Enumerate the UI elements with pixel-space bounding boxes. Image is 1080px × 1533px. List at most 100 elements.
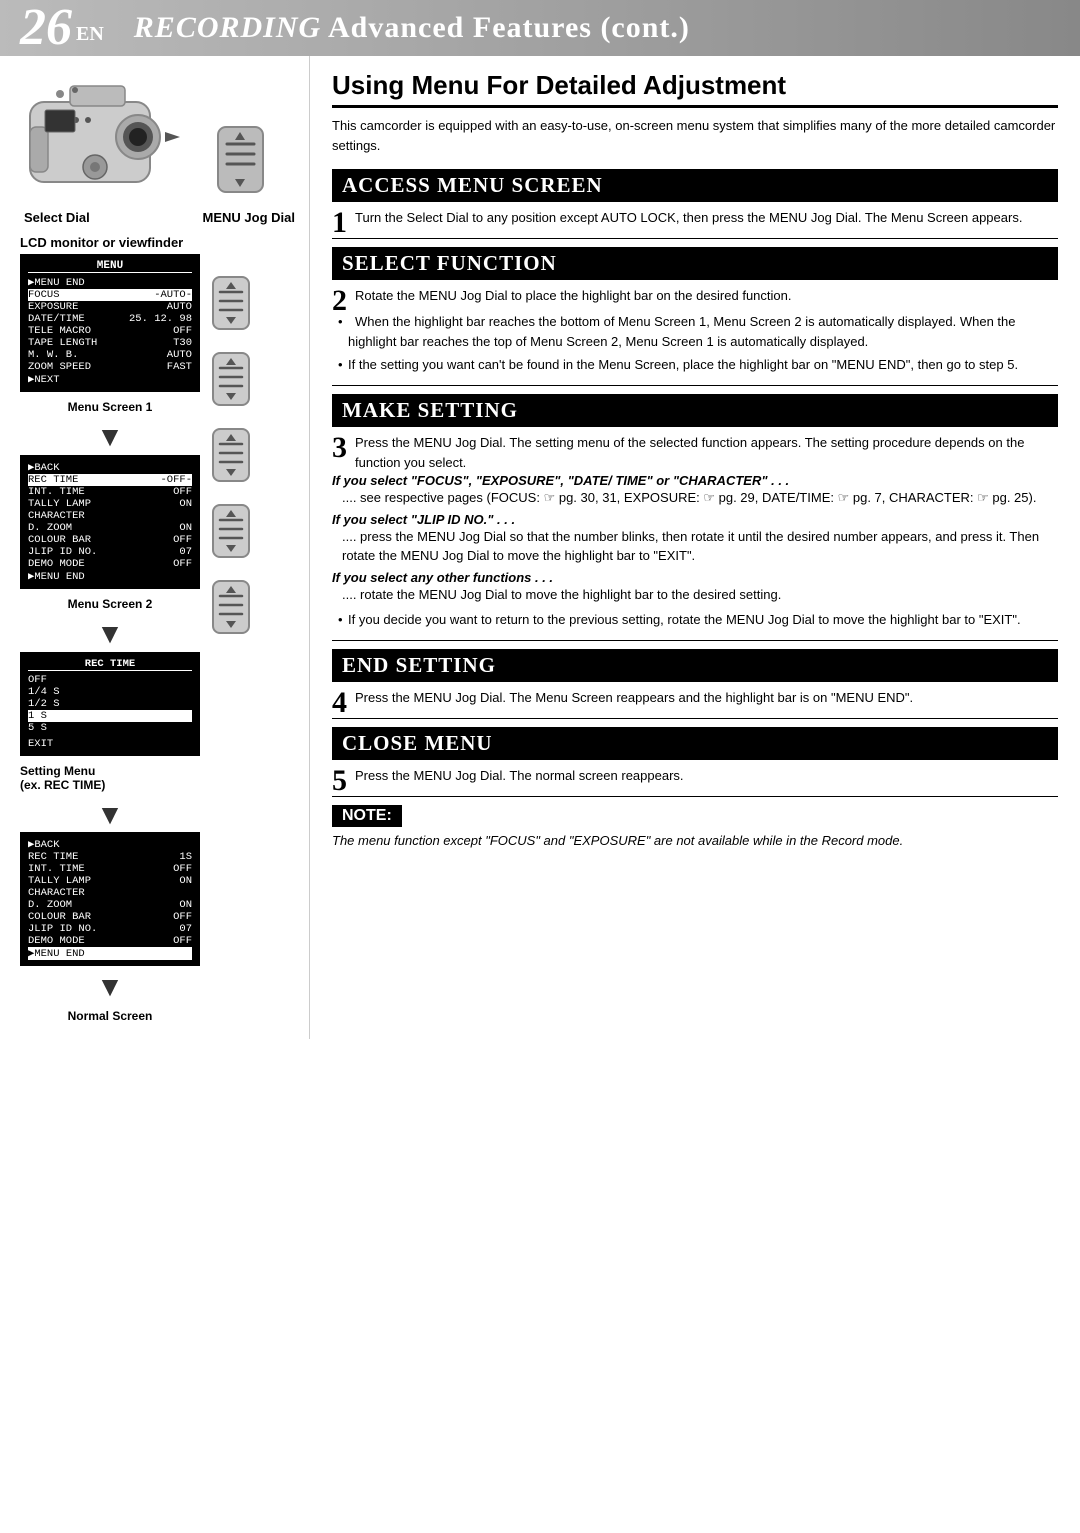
menu-row: ZOOM SPEEDFAST — [28, 361, 192, 373]
menu-row: ▶MENU END — [28, 276, 192, 289]
left-column: Select Dial MENU Jog Dial LCD monitor or… — [0, 56, 310, 1039]
divider-5 — [332, 796, 1058, 797]
menu-screen-3-box: ▶BACK REC TIME1S INT. TIMEOFF TALLY LAMP… — [20, 832, 200, 966]
sub2-text: .... press the MENU Jog Dial so that the… — [332, 527, 1058, 566]
menu-row: CHARACTER — [28, 510, 192, 522]
section-access-menu: ACCESS MENU SCREEN 1 Turn the Select Dia… — [332, 169, 1058, 228]
close-menu-header: CLOSE MENU — [332, 727, 1058, 760]
menu-row: DATE/TIME25. 12. 98 — [28, 313, 192, 325]
sub3-bullet: If you decide you want to return to the … — [338, 610, 1058, 630]
step-5-text: Press the MENU Jog Dial. The normal scre… — [355, 766, 1058, 786]
camcorder-illustration — [20, 72, 205, 202]
menu-row: ▶MENU END — [28, 570, 192, 583]
step-3-number: 3 — [332, 433, 347, 463]
sub1-text: .... see respective pages (FOCUS: ☞ pg. … — [332, 488, 1058, 508]
note-text: The menu function except "FOCUS" and "EX… — [332, 831, 1058, 851]
sub3-bullets: If you decide you want to return to the … — [332, 610, 1058, 630]
right-column: Using Menu For Detailed Adjustment This … — [310, 56, 1080, 1039]
left-screens: MENU ▶MENU END FOCUS-AUTO- EXPOSUREAUTO … — [20, 254, 200, 1029]
lcd-label: LCD monitor or viewfinder — [20, 235, 299, 250]
section-make-setting: MAKE SETTING 3 Press the MENU Jog Dial. … — [332, 394, 1058, 630]
menu-row: JLIP ID NO.07 — [28, 923, 192, 935]
setting-menu-label: Setting Menu (ex. REC TIME) — [20, 764, 200, 792]
arrow-down-3: ▼ — [20, 800, 200, 831]
menu-row-highlighted: FOCUS-AUTO- — [28, 289, 192, 301]
select-function-bullets: When the highlight bar reaches the botto… — [332, 312, 1058, 375]
section-end-setting: END SETTING 4 Press the MENU Jog Dial. T… — [332, 649, 1058, 708]
step-4-text: Press the MENU Jog Dial. The Menu Screen… — [355, 688, 1058, 708]
step-2-text: Rotate the MENU Jog Dial to place the hi… — [355, 286, 1058, 306]
divider-1 — [332, 238, 1058, 239]
note-block: NOTE: The menu function except "FOCUS" a… — [332, 805, 1058, 851]
setting-menu-box: REC TIME OFF 1/4 S 1/2 S 1 S 5 S EXIT — [20, 652, 200, 756]
menu-row: DEMO MODEOFF — [28, 558, 192, 570]
setting-menu-title: REC TIME — [28, 658, 192, 671]
menu-jog-dial-label: MENU Jog Dial — [203, 210, 295, 225]
select-function-header: SELECT FUNCTION — [332, 247, 1058, 280]
main-body: Select Dial MENU Jog Dial LCD monitor or… — [0, 56, 1080, 1039]
bullet-2: If the setting you want can't be found i… — [338, 355, 1058, 375]
menu-row: TELE MACROOFF — [28, 325, 192, 337]
menu-row: D. ZOOMON — [28, 522, 192, 534]
intro-text: This camcorder is equipped with an easy-… — [332, 116, 1058, 155]
menu-row: 1/2 S — [28, 698, 192, 710]
note-label: NOTE: — [332, 805, 402, 827]
menu-row: M. W. B.AUTO — [28, 349, 192, 361]
section-main-title: Using Menu For Detailed Adjustment — [332, 70, 1058, 108]
jog-dial-side-4 — [210, 502, 252, 560]
menu-row: ▶BACK — [28, 461, 192, 474]
step-1-text: Turn the Select Dial to any position exc… — [355, 208, 1058, 228]
menu-row: TAPE LENGTHT30 — [28, 337, 192, 349]
step-2-block: 2 Rotate the MENU Jog Dial to place the … — [332, 286, 1058, 306]
left-content: MENU ▶MENU END FOCUS-AUTO- EXPOSUREAUTO … — [20, 254, 299, 1029]
jog-dial-side-1 — [210, 274, 252, 332]
normal-screen-label: Normal Screen — [20, 1009, 200, 1023]
menu-row: INT. TIMEOFF — [28, 486, 192, 498]
arrow-down-2: ▼ — [20, 619, 200, 650]
menu-row: 5 S — [28, 722, 192, 734]
menu-screen-1-label: Menu Screen 1 — [20, 400, 200, 414]
section-select-function: SELECT FUNCTION 2 Rotate the MENU Jog Di… — [332, 247, 1058, 375]
jog-dial-svg — [213, 122, 268, 202]
menu-screen-2-box: ▶BACK REC TIME-OFF- INT. TIMEOFF TALLY L… — [20, 455, 200, 589]
step-4-number: 4 — [332, 688, 347, 718]
step-5-number: 5 — [332, 766, 347, 796]
menu-row: TALLY LAMPON — [28, 498, 192, 510]
jog-dial-side-5 — [210, 578, 252, 636]
page-number: 26 — [20, 2, 72, 54]
menu-row: DEMO MODEOFF — [28, 935, 192, 947]
menu-row: D. ZOOMON — [28, 899, 192, 911]
arrow-down-1: ▼ — [20, 422, 200, 453]
menu-row: TALLY LAMPON — [28, 875, 192, 887]
menu-row: OFF — [28, 674, 192, 686]
sub1-bold: If you select "FOCUS", "EXPOSURE", "DATE… — [332, 473, 1058, 488]
menu-row: COLOUR BAROFF — [28, 534, 192, 546]
section-close-menu: CLOSE MENU 5 Press the MENU Jog Dial. Th… — [332, 727, 1058, 786]
menu-screen-2-label: Menu Screen 2 — [20, 597, 200, 611]
arrow-down-4: ▼ — [20, 972, 200, 1003]
dial-caption-row: Select Dial MENU Jog Dial — [20, 210, 299, 225]
step-5-block: 5 Press the MENU Jog Dial. The normal sc… — [332, 766, 1058, 786]
menu-row-highlighted: ▶MENU END — [28, 947, 192, 960]
menu-row: JLIP ID NO.07 — [28, 546, 192, 558]
menu-row-highlighted: 1 S — [28, 710, 192, 722]
step-3-text: Press the MENU Jog Dial. The setting men… — [355, 433, 1058, 473]
jog-dial-side-2 — [210, 350, 252, 408]
step-1-block: 1 Turn the Select Dial to any position e… — [332, 208, 1058, 228]
menu-screen-1-box: MENU ▶MENU END FOCUS-AUTO- EXPOSUREAUTO … — [20, 254, 200, 392]
access-menu-header: ACCESS MENU SCREEN — [332, 169, 1058, 202]
sub3-bold: If you select any other functions . . . — [332, 570, 1058, 585]
page-header: 26 EN RECORDING Advanced Features (cont.… — [0, 0, 1080, 56]
menu-jog-dial-illustration — [213, 122, 268, 202]
menu-exit-row: EXIT — [28, 738, 192, 750]
bullet-1: When the highlight bar reaches the botto… — [338, 312, 1058, 351]
divider-3 — [332, 640, 1058, 641]
menu-row: CHARACTER — [28, 887, 192, 899]
sub3-text: .... rotate the MENU Jog Dial to move th… — [332, 585, 1058, 605]
sub2-bold: If you select "JLIP ID NO." . . . — [332, 512, 1058, 527]
menu-row-highlighted: REC TIME-OFF- — [28, 474, 192, 486]
header-title: RECORDING Advanced Features (cont.) — [134, 11, 690, 45]
page-lang: EN — [76, 23, 104, 46]
menu-row: REC TIME1S — [28, 851, 192, 863]
menu-row: 1/4 S — [28, 686, 192, 698]
